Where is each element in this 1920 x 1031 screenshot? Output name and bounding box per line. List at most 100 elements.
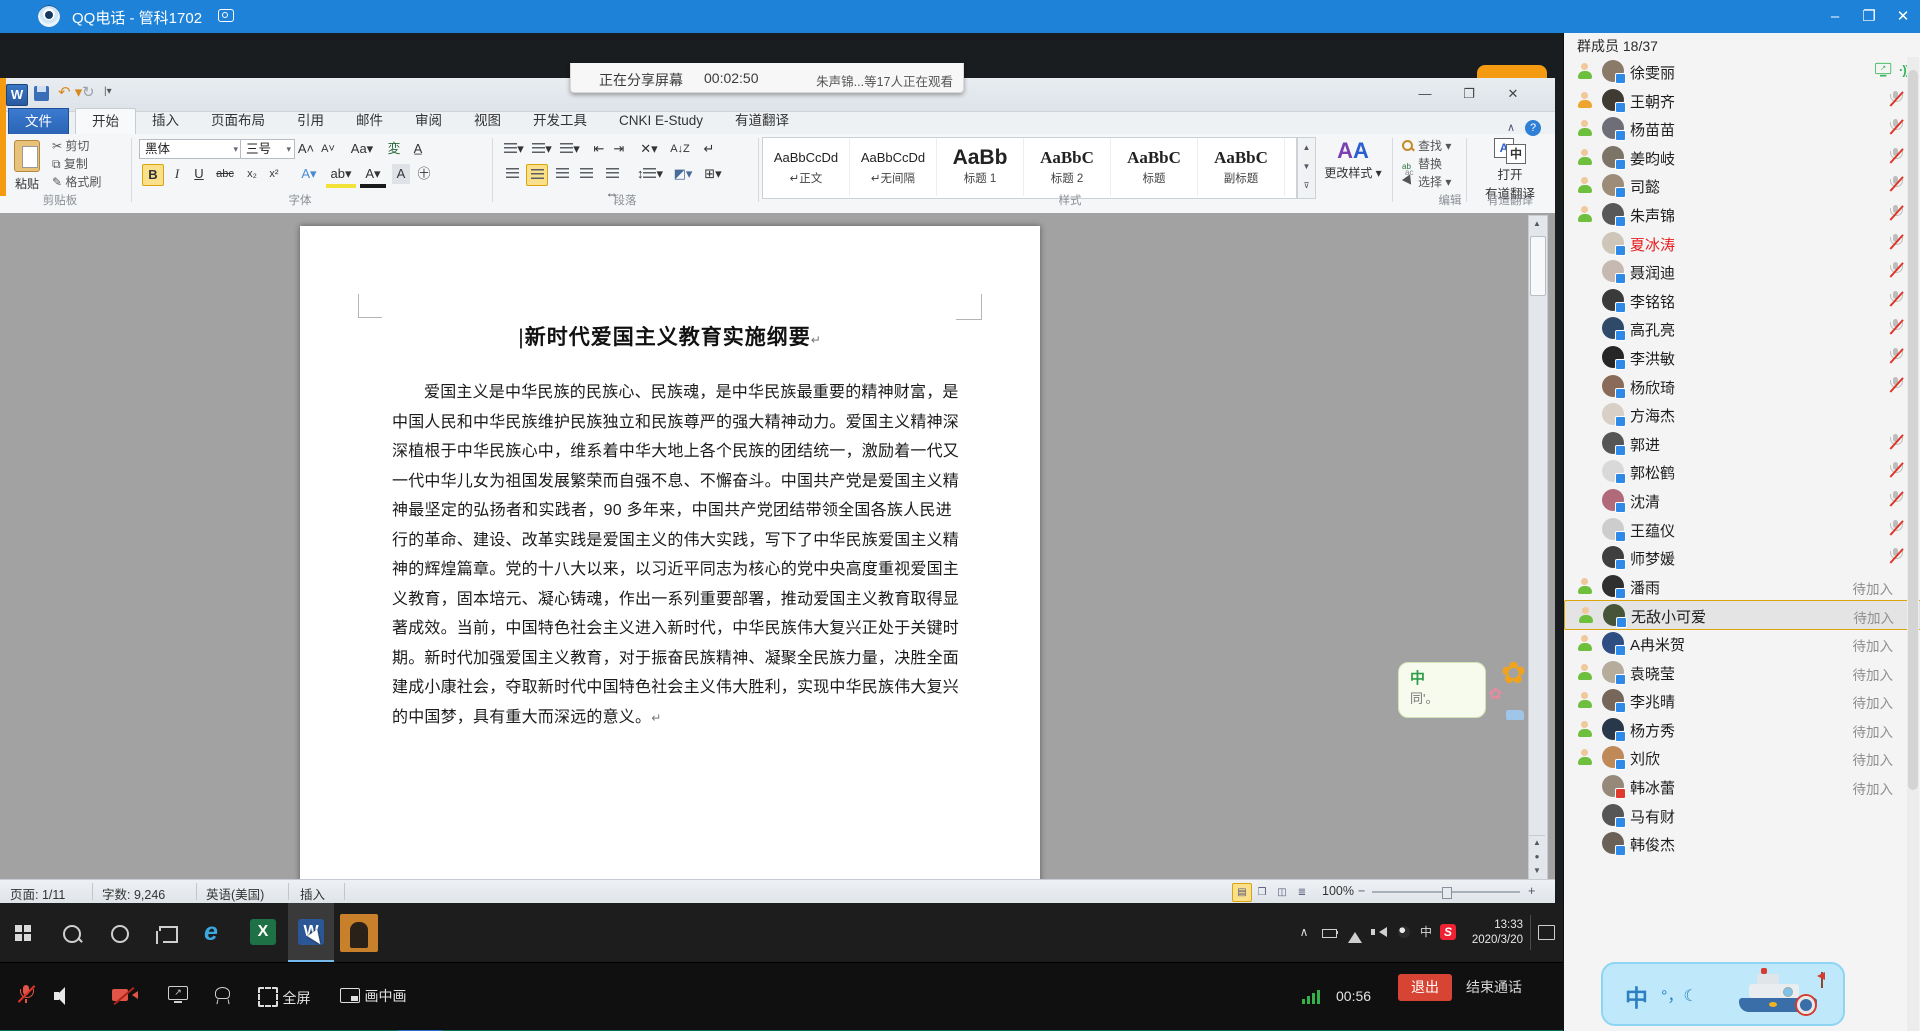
distribute-button[interactable]: ⇔ bbox=[600, 164, 624, 184]
end-call-button[interactable]: 结束通话 bbox=[1466, 977, 1522, 997]
member-row[interactable]: 李铭铭 bbox=[1564, 286, 1920, 314]
member-row[interactable]: A冉米贺待加入 bbox=[1564, 629, 1920, 657]
ime-mode-indicator[interactable]: 中 bbox=[1625, 979, 1648, 1013]
help-icon[interactable]: ? bbox=[1525, 120, 1541, 136]
numbering-button[interactable]: ▾ bbox=[530, 139, 554, 159]
ime-status-widget[interactable]: 中 °，☾ bbox=[1601, 962, 1845, 1026]
member-row[interactable]: 王朝齐 bbox=[1564, 86, 1920, 114]
highlight-color-button[interactable]: ab▾ bbox=[326, 164, 356, 188]
italic-button[interactable]: I bbox=[168, 164, 186, 184]
mic-muted-button[interactable] bbox=[16, 984, 36, 1011]
bullets-button[interactable]: ▾ bbox=[502, 139, 526, 159]
action-center-icon[interactable] bbox=[1538, 925, 1555, 940]
member-row[interactable]: 刘欣待加入 bbox=[1564, 743, 1920, 771]
maximize-button[interactable]: ❐ bbox=[1852, 0, 1886, 33]
close-button[interactable]: ✕ bbox=[1886, 0, 1920, 33]
ime-punct-indicator[interactable]: °，☾ bbox=[1661, 982, 1698, 1006]
member-row[interactable]: 郭松鹤 bbox=[1564, 457, 1920, 485]
change-case-button[interactable]: Aa▾ bbox=[348, 139, 376, 159]
zoom-slider-thumb[interactable] bbox=[1442, 887, 1452, 899]
zoom-level[interactable]: 100% bbox=[1322, 884, 1354, 898]
page-nav-buttons[interactable]: ▲●▼ bbox=[1529, 835, 1545, 880]
tab-有道翻译[interactable]: 有道翻译 bbox=[719, 108, 805, 134]
battery-indicator[interactable] bbox=[1322, 903, 1340, 962]
member-row[interactable]: 师梦媛 bbox=[1564, 543, 1920, 571]
format-painter-button[interactable]: ✎ 格式刷 bbox=[52, 174, 101, 191]
decrease-indent-button[interactable]: ⇤ bbox=[590, 139, 608, 159]
member-row[interactable]: 沈清 bbox=[1564, 486, 1920, 514]
document-page[interactable]: |新时代爱国主义教育实施纲要↵ 爱国主义是中华民族的民族心、民族魂，是中华民族最… bbox=[300, 226, 1040, 879]
member-row[interactable]: 郭进 bbox=[1564, 429, 1920, 457]
word-count[interactable]: 字数: 9,246 bbox=[102, 884, 165, 903]
grow-font-button[interactable]: A˄ bbox=[296, 139, 316, 159]
phonetic-guide-button[interactable]: 変 bbox=[384, 139, 404, 159]
char-border-button[interactable]: A̲ bbox=[408, 139, 428, 159]
whiteboard-button[interactable] bbox=[214, 986, 232, 1010]
member-row[interactable]: 李洪敏 bbox=[1564, 343, 1920, 371]
style-副标题[interactable]: AaBbC副标题 bbox=[1198, 138, 1285, 196]
tab-引用[interactable]: 引用 bbox=[281, 108, 340, 134]
member-list-scrollbar[interactable] bbox=[1907, 57, 1919, 1031]
zoom-slider[interactable] bbox=[1372, 891, 1520, 893]
member-row[interactable]: 高孔亮 bbox=[1564, 314, 1920, 342]
shrink-font-button[interactable]: A˅ bbox=[318, 139, 338, 159]
justify-button[interactable] bbox=[576, 164, 596, 184]
style-标题[interactable]: AaBbC标题 bbox=[1111, 138, 1198, 196]
taskbar-qq-video[interactable] bbox=[336, 903, 382, 962]
share-screen-button[interactable]: ↗ bbox=[168, 986, 190, 1010]
align-center-button[interactable] bbox=[526, 164, 548, 186]
exit-button[interactable]: 退出 bbox=[1398, 974, 1452, 1001]
member-row[interactable]: 无敌小可爱待加入 bbox=[1564, 600, 1920, 630]
select-button[interactable]: 选择 ▾ bbox=[1402, 174, 1451, 191]
line-spacing-button[interactable]: ↕▾ bbox=[636, 164, 664, 184]
web-layout-view-button[interactable]: ◫ bbox=[1272, 883, 1292, 902]
zoom-out-button[interactable]: − bbox=[1358, 884, 1365, 898]
camera-off-button[interactable] bbox=[112, 987, 136, 1010]
member-row[interactable]: 方海杰 bbox=[1564, 400, 1920, 428]
tab-开发工具[interactable]: 开发工具 bbox=[517, 108, 603, 134]
taskbar-word-active[interactable]: W bbox=[288, 903, 334, 962]
member-row[interactable]: 韩俊杰 bbox=[1564, 829, 1920, 855]
cortana-button[interactable] bbox=[96, 903, 142, 962]
member-row[interactable]: 聂润迪 bbox=[1564, 257, 1920, 285]
scrollbar-thumb[interactable] bbox=[1530, 236, 1546, 296]
subscript-button[interactable]: x₂ bbox=[242, 164, 262, 184]
borders-button[interactable]: ⊞▾ bbox=[700, 164, 726, 184]
replace-button[interactable]: 替换 bbox=[1402, 156, 1442, 173]
tab-视图[interactable]: 视图 bbox=[458, 108, 517, 134]
shading-button[interactable]: ◩▾ bbox=[670, 164, 696, 184]
tab-审阅[interactable]: 审阅 bbox=[399, 108, 458, 134]
ribbon-collapse-help[interactable]: ∧? bbox=[1507, 120, 1541, 136]
cut-button[interactable]: ✂ 剪切 bbox=[52, 138, 89, 155]
font-name-combo[interactable]: 黑体▾ bbox=[139, 139, 242, 159]
page-indicator[interactable]: 页面: 1/11 bbox=[10, 884, 65, 903]
start-button[interactable] bbox=[0, 903, 46, 962]
member-row[interactable]: 潘雨待加入 bbox=[1564, 572, 1920, 600]
minimize-button[interactable]: – bbox=[1818, 0, 1852, 33]
underline-button[interactable]: U bbox=[190, 164, 208, 184]
save-button[interactable] bbox=[34, 86, 49, 101]
strikethrough-button[interactable]: abc bbox=[212, 164, 238, 184]
tab-页面布局[interactable]: 页面布局 bbox=[195, 108, 281, 134]
member-scrollbar-thumb[interactable] bbox=[1908, 70, 1918, 790]
member-row[interactable]: 李兆晴待加入 bbox=[1564, 686, 1920, 714]
member-row[interactable]: 马有财 bbox=[1564, 801, 1920, 829]
ime-floating-widget[interactable]: 中 同'。 ✿ ✿ bbox=[1398, 658, 1528, 720]
redo-button[interactable]: ↻ bbox=[82, 83, 95, 103]
word-restore-button[interactable]: ❐ bbox=[1449, 82, 1489, 106]
align-right-button[interactable] bbox=[552, 164, 572, 184]
font-size-combo[interactable]: 三号▾ bbox=[240, 139, 295, 159]
undo-button[interactable]: ↶ ▾ bbox=[58, 83, 82, 103]
scroll-up-arrow[interactable]: ▲ bbox=[1529, 216, 1545, 232]
tab-CNKI E-Study[interactable]: CNKI E-Study bbox=[603, 108, 719, 134]
member-row[interactable]: 韩冰蕾待加入 bbox=[1564, 772, 1920, 800]
member-row[interactable]: 朱声锦 bbox=[1564, 200, 1920, 228]
member-row[interactable]: 夏冰涛 bbox=[1564, 229, 1920, 257]
change-styles-button[interactable]: AA 更改样式 ▾ bbox=[1320, 138, 1386, 196]
member-row[interactable]: 王蕴仪 bbox=[1564, 515, 1920, 543]
char-shading-button[interactable]: A bbox=[392, 164, 410, 184]
bold-button[interactable]: B bbox=[142, 164, 164, 186]
style-正文[interactable]: AaBbCcDd↵正文 bbox=[763, 138, 850, 196]
font-color-button[interactable]: A▾ bbox=[360, 164, 386, 188]
member-row[interactable]: 杨方秀待加入 bbox=[1564, 715, 1920, 743]
